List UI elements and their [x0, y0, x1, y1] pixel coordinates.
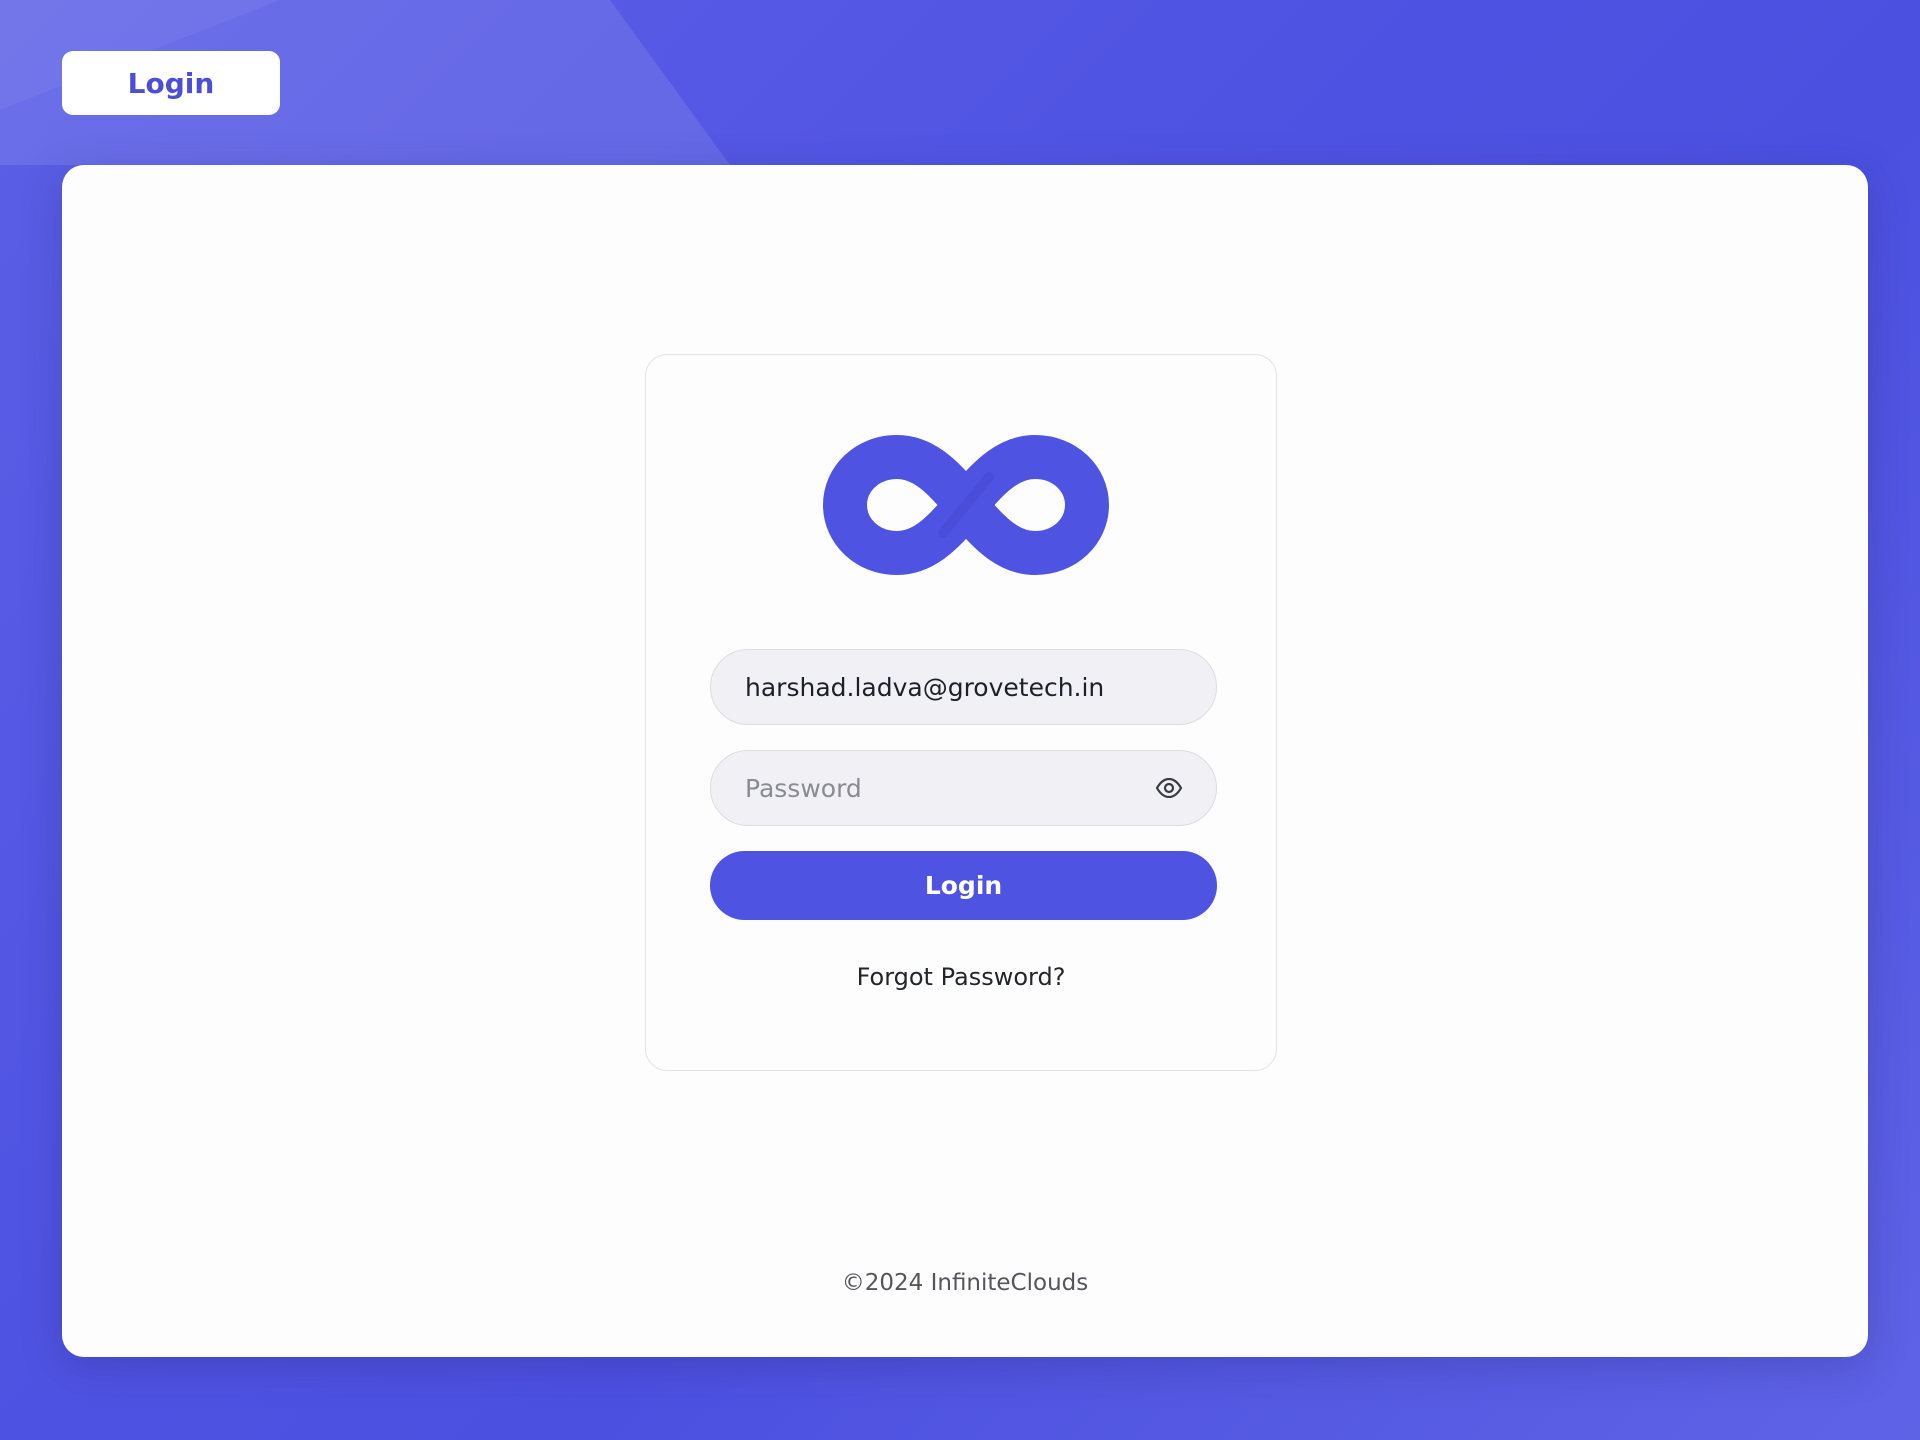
login-card: Login Forgot Password? — [645, 354, 1277, 1071]
copyright-footer: ©2024 InfiniteClouds — [841, 1270, 1089, 1296]
login-button[interactable]: Login — [710, 851, 1217, 920]
password-input[interactable] — [743, 772, 1154, 804]
login-tab[interactable]: Login — [62, 51, 280, 115]
email-field[interactable] — [710, 649, 1217, 725]
eye-icon[interactable] — [1154, 773, 1184, 803]
email-input[interactable] — [743, 671, 1184, 703]
forgot-password-link[interactable]: Forgot Password? — [646, 963, 1276, 991]
infinity-logo-icon — [823, 435, 1109, 575]
password-field[interactable] — [710, 750, 1217, 826]
main-panel: Login Forgot Password? ©2024 InfiniteClo… — [62, 165, 1868, 1357]
